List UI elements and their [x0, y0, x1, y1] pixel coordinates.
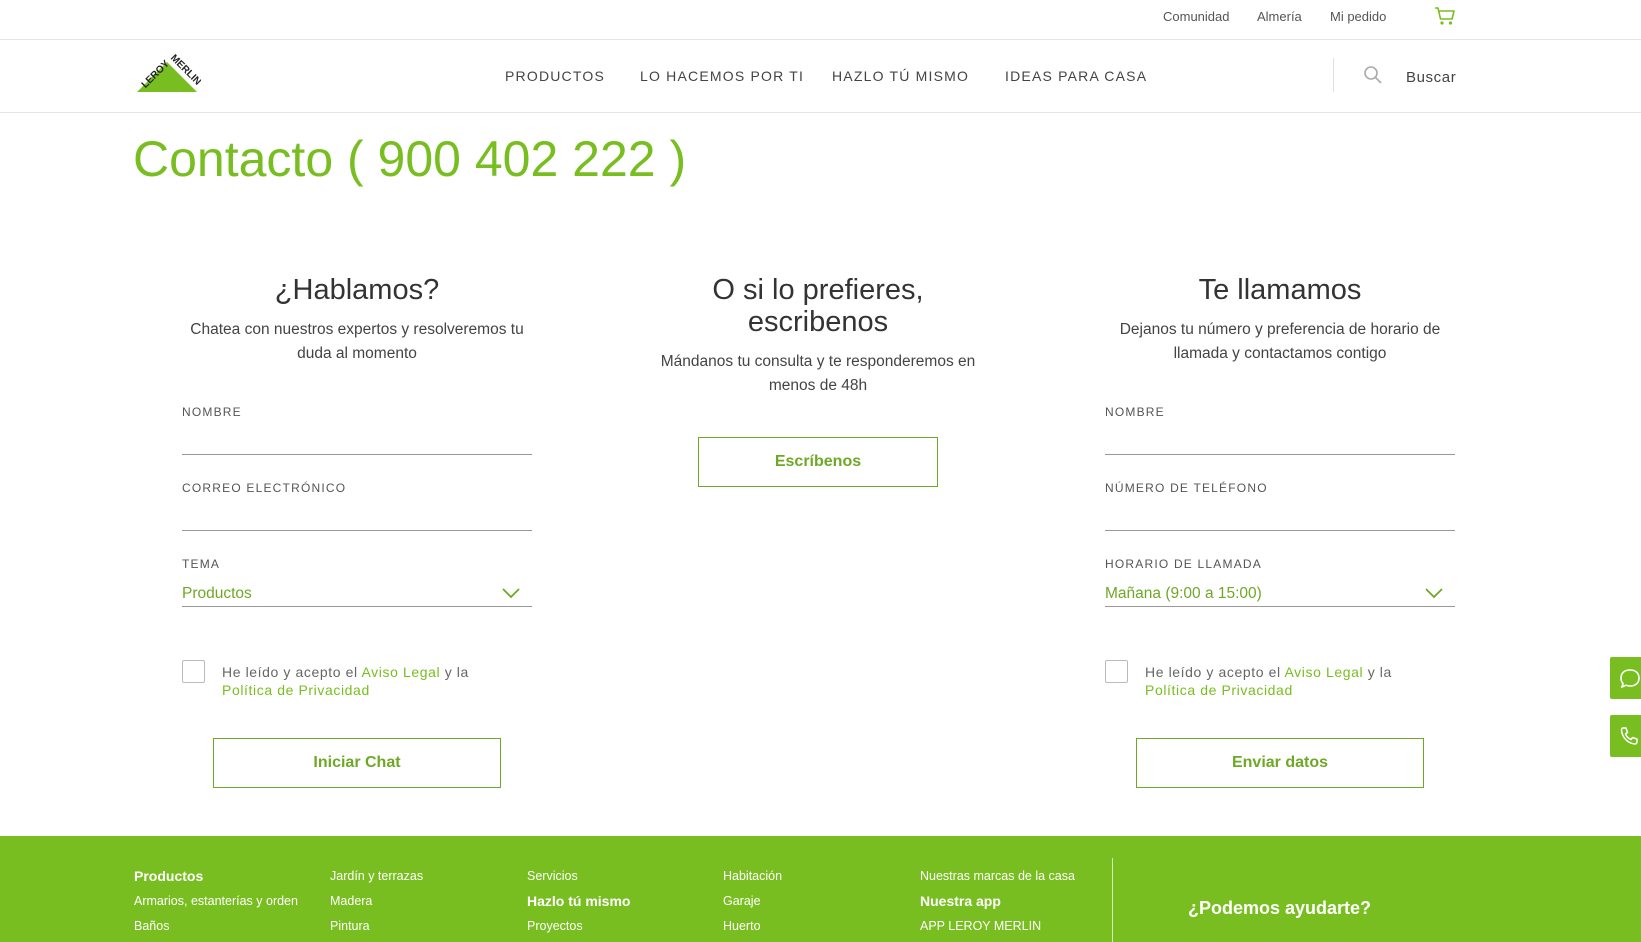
chat-name-underline	[182, 454, 532, 455]
chevron-down-icon[interactable]	[1425, 587, 1443, 599]
top-utility-bar: Comunidad Almería Mi pedido	[0, 0, 1641, 40]
search-icon[interactable]	[1363, 65, 1383, 85]
phone-icon	[1620, 727, 1638, 745]
send-data-button[interactable]: Enviar datos	[1136, 738, 1424, 788]
footer-link[interactable]: Servicios	[527, 864, 630, 889]
footer-link[interactable]: Pintura	[330, 914, 423, 939]
nav-productos[interactable]: PRODUCTOS	[505, 68, 605, 84]
footer-link[interactable]: Jardín y terrazas	[330, 864, 423, 889]
chat-privacy-link[interactable]: Política de Privacidad	[222, 682, 370, 698]
link-store-almeria[interactable]: Almería	[1257, 9, 1302, 24]
chat-name-field: NOMBRE	[182, 405, 532, 455]
callback-consent-text: He leído y acepto el Aviso Legal y la Po…	[1145, 663, 1475, 699]
nav-ideas-para-casa[interactable]: IDEAS PARA CASA	[1005, 68, 1147, 84]
search-button[interactable]: Buscar	[1406, 69, 1456, 86]
footer-link[interactable]: Nuestras marcas de la casa	[920, 864, 1075, 889]
callback-privacy-link[interactable]: Política de Privacidad	[1145, 682, 1293, 698]
callback-legal-link[interactable]: Aviso Legal	[1284, 664, 1363, 680]
callback-phone-label: NÚMERO DE TELÉFONO	[1105, 481, 1268, 495]
callback-phone-input[interactable]	[1105, 503, 1455, 529]
callback-consent-mid: y la	[1363, 664, 1392, 680]
chat-legal-link[interactable]: Aviso Legal	[361, 664, 440, 680]
page-title: Contacto ( 900 402 222 )	[133, 131, 687, 187]
footer-link[interactable]: Productos	[134, 864, 298, 889]
footer-link[interactable]: Habitación	[723, 864, 782, 889]
chat-email-field: CORREO ELECTRÓNICO	[182, 481, 532, 531]
footer-divider	[1112, 858, 1113, 942]
link-comunidad[interactable]: Comunidad	[1163, 9, 1230, 24]
write-description: Mándanos tu consulta y te responderemos …	[660, 353, 976, 394]
footer-link[interactable]: Madera	[330, 889, 423, 914]
footer-column-3: Servicios Hazlo tú mismo Proyectos	[527, 864, 630, 939]
footer-link[interactable]: APP LEROY MERLIN	[920, 914, 1075, 939]
floating-chat-button[interactable]	[1610, 657, 1641, 699]
chat-topic-underline	[182, 606, 532, 607]
footer-link[interactable]: Armarios, estanterías y orden	[134, 889, 298, 914]
write-heading-line1: O si lo prefieres,	[712, 274, 924, 306]
chat-consent-text: He leído y acepto el Aviso Legal y la Po…	[222, 663, 552, 699]
chat-email-input[interactable]	[182, 503, 532, 529]
nav-hazlo-tu-mismo[interactable]: HAZLO TÚ MISMO	[832, 68, 969, 84]
write-section: O si lo prefieres, escribenos Mándanos tu…	[638, 274, 998, 398]
callback-consent-prefix: He leído y acepto el	[1145, 664, 1285, 680]
footer-link[interactable]: Proyectos	[527, 914, 630, 939]
callback-schedule-underline	[1105, 606, 1455, 607]
chat-topic-select[interactable]: TEMA Productos	[182, 557, 532, 607]
footer-column-5: Nuestras marcas de la casa Nuestra app A…	[920, 864, 1075, 939]
nav-divider	[1333, 58, 1334, 92]
chat-email-label: CORREO ELECTRÓNICO	[182, 481, 347, 495]
callback-section: Te llamamos Dejanos tu número y preferen…	[1100, 274, 1460, 366]
nav-lo-hacemos-por-ti[interactable]: LO HACEMOS POR TI	[640, 68, 804, 84]
chat-email-underline	[182, 530, 532, 531]
chevron-down-icon[interactable]	[502, 587, 520, 599]
callback-heading: Te llamamos	[1198, 274, 1362, 306]
chat-name-input[interactable]	[182, 427, 532, 453]
callback-description: Dejanos tu número y preferencia de horar…	[1119, 321, 1441, 362]
chat-consent-checkbox[interactable]	[182, 660, 205, 683]
chat-topic-value[interactable]: Productos	[182, 585, 252, 603]
chat-description: Chatea con nuestros expertos y resolvere…	[190, 321, 524, 362]
cart-icon[interactable]	[1434, 6, 1456, 26]
callback-name-underline	[1105, 454, 1455, 455]
chat-bubble-icon	[1620, 669, 1640, 689]
footer-link[interactable]: Garaje	[723, 889, 782, 914]
footer-column-1: Productos Armarios, estanterías y orden …	[134, 864, 298, 939]
footer-column-2: Jardín y terrazas Madera Pintura	[330, 864, 423, 939]
footer-help-heading: ¿Podemos ayudarte?	[1188, 898, 1372, 918]
footer-link[interactable]: Hazlo tú mismo	[527, 889, 630, 914]
callback-name-input[interactable]	[1105, 427, 1455, 453]
callback-name-field: NOMBRE	[1105, 405, 1455, 455]
callback-phone-underline	[1105, 530, 1455, 531]
callback-consent-checkbox[interactable]	[1105, 660, 1128, 683]
footer-link[interactable]: Nuestra app	[920, 889, 1075, 914]
callback-schedule-value[interactable]: Mañana (9:00 a 15:00)	[1105, 585, 1262, 603]
chat-consent-prefix: He leído y acepto el	[222, 664, 362, 680]
footer-link[interactable]: Baños	[134, 914, 298, 939]
site-footer: Productos Armarios, estanterías y orden …	[0, 836, 1641, 942]
footer-link[interactable]: Huerto	[723, 914, 782, 939]
floating-phone-button[interactable]	[1610, 715, 1641, 757]
chat-consent-mid: y la	[440, 664, 469, 680]
start-chat-button[interactable]: Iniciar Chat	[213, 738, 501, 788]
write-us-button[interactable]: Escríbenos	[698, 437, 938, 487]
chat-topic-label: TEMA	[182, 557, 221, 571]
main-navbar: LEROY MERLIN PRODUCTOS LO HACEMOS POR TI…	[0, 41, 1641, 113]
callback-phone-field: NÚMERO DE TELÉFONO	[1105, 481, 1455, 531]
chat-name-label: NOMBRE	[182, 405, 242, 419]
callback-name-label: NOMBRE	[1105, 405, 1165, 419]
callback-schedule-label: HORARIO DE LLAMADA	[1105, 557, 1262, 571]
link-mi-pedido[interactable]: Mi pedido	[1330, 9, 1386, 24]
footer-column-4: Habitación Garaje Huerto	[723, 864, 782, 939]
callback-schedule-select[interactable]: HORARIO DE LLAMADA Mañana (9:00 a 15:00)	[1105, 557, 1455, 607]
write-heading: O si lo prefieres, escribenos	[638, 274, 998, 338]
chat-heading: ¿Hablamos?	[274, 274, 440, 306]
chat-section: ¿Hablamos? Chatea con nuestros expertos …	[177, 274, 537, 366]
leroy-merlin-logo[interactable]: LEROY MERLIN	[133, 52, 201, 98]
write-heading-line2: escribenos	[747, 306, 889, 338]
